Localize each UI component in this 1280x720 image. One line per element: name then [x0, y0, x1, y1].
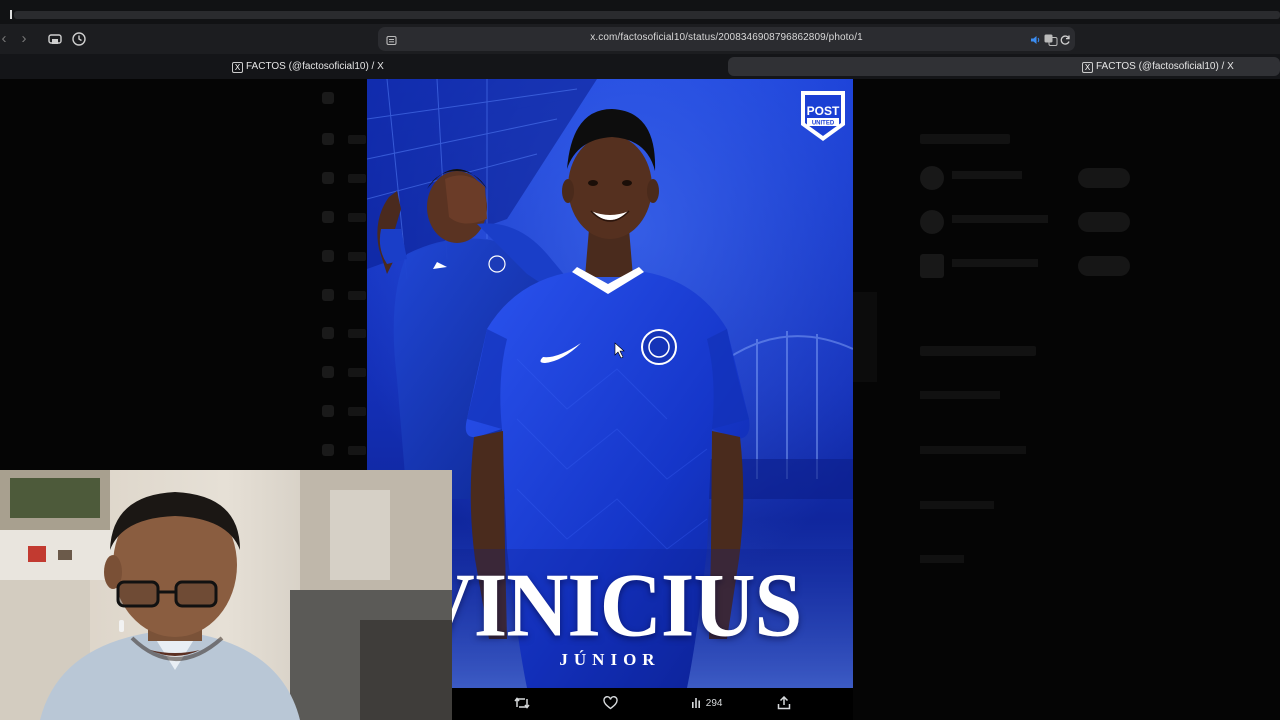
dimmed-nav-label	[348, 329, 366, 338]
like-button[interactable]	[603, 695, 618, 713]
dimmed-nav-icon	[322, 172, 334, 184]
print-icon[interactable]	[46, 30, 64, 48]
like-icon	[603, 696, 618, 710]
share-button[interactable]	[777, 695, 791, 713]
dimmed-suggestion-row	[908, 164, 1140, 194]
dimmed-nav-icon	[322, 133, 334, 145]
dimmed-nav-icon	[322, 405, 334, 417]
share-icon	[777, 696, 791, 710]
tab-factos-1[interactable]: X FACTOS (@factosoficial10) / X	[232, 57, 726, 76]
retweet-icon	[514, 697, 530, 710]
webcam-overlay	[0, 470, 452, 720]
post-action-bar: 294	[452, 688, 853, 720]
history-icon[interactable]	[70, 30, 88, 48]
dimmed-avatar	[920, 166, 944, 190]
tab-factos-2[interactable]: X FACTOS (@factosoficial10) / X	[728, 57, 1280, 76]
dimmed-nav-label	[348, 407, 366, 416]
dimmed-nav-icon	[322, 92, 334, 104]
url-text[interactable]: x.com/factosoficial10/status/20083469087…	[378, 32, 1075, 43]
dimmed-avatar	[920, 254, 944, 278]
dimmed-trend	[920, 446, 1026, 454]
dimmed-post-card-edge	[853, 292, 877, 382]
dimmed-heading	[920, 346, 1036, 356]
dimmed-nav-label	[348, 252, 366, 261]
post-united-logo: POST UNITED	[797, 87, 849, 145]
dimmed-nav-label	[348, 135, 366, 144]
dimmed-nav-icon	[322, 444, 334, 456]
views-button[interactable]: 294	[691, 695, 722, 713]
browser-toolbar: ‹ › x.com/factosoficial10/status/2008346…	[0, 24, 1280, 54]
translate-icon[interactable]	[1044, 33, 1058, 46]
dimmed-follow-button	[1078, 256, 1130, 276]
tab-title: FACTOS (@factosoficial10) / X	[1096, 61, 1234, 72]
top-strip	[0, 0, 1280, 24]
dimmed-nav-icon	[322, 289, 334, 301]
dimmed-nav-label	[348, 291, 366, 300]
views-icon	[691, 698, 706, 709]
dimmed-suggestion-row	[908, 208, 1140, 238]
forward-button[interactable]: ›	[14, 29, 34, 49]
reload-icon[interactable]	[1060, 33, 1071, 45]
dimmed-nav-icon	[322, 211, 334, 223]
dimmed-avatar	[920, 210, 944, 234]
dimmed-name	[952, 259, 1038, 267]
logo-text-post: POST	[807, 104, 840, 118]
dimmed-follow-button	[1078, 212, 1130, 232]
webcam-feed	[0, 470, 452, 720]
dimmed-nav-label	[348, 446, 366, 455]
dimmed-trend	[920, 555, 964, 563]
dimmed-nav-label	[348, 368, 366, 377]
address-bar[interactable]: x.com/factosoficial10/status/20083469087…	[378, 27, 1075, 51]
dimmed-suggestion-row	[908, 252, 1140, 282]
views-count: 294	[705, 698, 723, 709]
x-logo-icon: X	[232, 62, 243, 73]
tab-strip: X FACTOS (@factosoficial10) / X X FACTOS (…	[0, 54, 1280, 79]
dimmed-nav-label	[348, 213, 366, 222]
logo-text-united: UNITED	[812, 121, 835, 127]
tab-title: FACTOS (@factosoficial10) / X	[246, 61, 384, 72]
dimmed-trend	[920, 501, 994, 509]
back-button[interactable]: ‹	[0, 29, 14, 49]
dimmed-nav-icon	[322, 366, 334, 378]
text-caret	[10, 10, 12, 19]
progress-line	[14, 11, 1280, 19]
x-logo-icon: X	[1082, 62, 1093, 73]
dimmed-nav-icon	[322, 250, 334, 262]
retweet-button[interactable]	[514, 695, 530, 713]
dimmed-follow-button	[1078, 168, 1130, 188]
screen: ‹ › x.com/factosoficial10/status/2008346…	[0, 0, 1280, 720]
dimmed-name	[952, 215, 1048, 223]
audio-icon[interactable]	[1030, 33, 1042, 45]
dimmed-name	[952, 171, 1022, 179]
dimmed-nav-icon	[322, 327, 334, 339]
dimmed-heading	[920, 134, 1010, 144]
dimmed-nav-label	[348, 174, 366, 183]
dimmed-trend	[920, 391, 1000, 399]
